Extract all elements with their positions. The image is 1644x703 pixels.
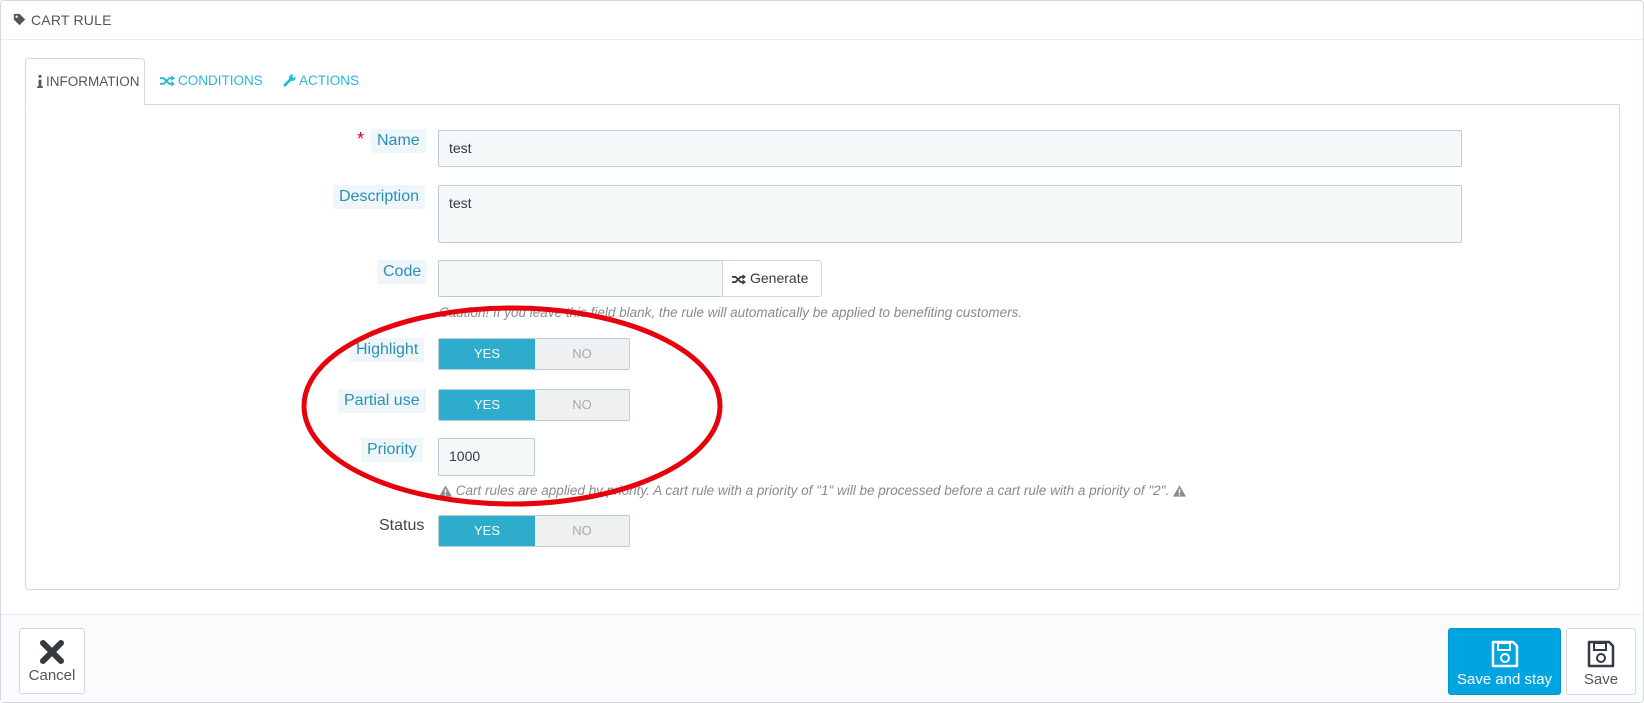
floppy-disk-icon	[1587, 640, 1615, 668]
tab-actions-label: ACTIONS	[299, 73, 360, 88]
status-label: Status	[379, 517, 425, 534]
partial-use-label: Partial use	[338, 389, 426, 413]
partial-use-no-option[interactable]: NO	[535, 390, 629, 420]
random-icon	[160, 75, 175, 87]
partial-use-switch[interactable]: YES NO	[438, 389, 630, 421]
highlight-label: Highlight	[350, 338, 425, 362]
wrench-icon	[283, 74, 296, 87]
floppy-disk-icon	[1491, 640, 1518, 668]
partial-use-yes-option[interactable]: YES	[439, 390, 535, 420]
status-yes-option[interactable]: YES	[439, 516, 535, 546]
name-input[interactable]: test	[438, 130, 1462, 167]
warning-icon	[1173, 485, 1186, 497]
code-input[interactable]	[438, 260, 723, 297]
save-button-label: Save	[1583, 671, 1619, 688]
description-label: Description	[333, 185, 426, 209]
save-and-stay-label: Save and stay	[1456, 671, 1553, 688]
status-no-option[interactable]: NO	[535, 516, 629, 546]
panel-title: CART RULE	[31, 12, 112, 28]
tab-actions[interactable]: ACTIONS	[283, 58, 359, 105]
tag-icon	[13, 13, 26, 26]
tab-information[interactable]: INFORMATION	[25, 58, 145, 105]
panel-footer	[1, 614, 1642, 702]
status-switch[interactable]: YES NO	[438, 515, 630, 547]
priority-input[interactable]: 1000	[438, 438, 535, 476]
random-icon	[732, 274, 746, 285]
cancel-button-label: Cancel	[28, 667, 76, 684]
required-marker: *	[357, 129, 365, 149]
code-label: Code	[377, 260, 428, 284]
save-and-stay-button[interactable]: Save and stay	[1448, 628, 1561, 695]
highlight-yes-option[interactable]: YES	[439, 339, 535, 369]
cancel-button[interactable]: Cancel	[19, 628, 85, 694]
close-icon	[40, 640, 64, 664]
generate-button-label: Generate	[750, 270, 809, 286]
information-tab-content	[25, 104, 1620, 590]
highlight-no-option[interactable]: NO	[535, 339, 629, 369]
tab-information-label: INFORMATION	[46, 74, 140, 89]
save-button[interactable]: Save	[1566, 628, 1636, 695]
description-textarea[interactable]: test	[438, 185, 1462, 243]
highlight-switch[interactable]: YES NO	[438, 338, 630, 370]
name-label: Name	[371, 129, 426, 153]
tab-conditions[interactable]: CONDITIONS	[160, 58, 263, 105]
priority-help: Cart rules are applied by priority. A ca…	[439, 483, 1186, 498]
tab-conditions-label: CONDITIONS	[178, 73, 263, 88]
generate-button[interactable]: Generate	[722, 260, 822, 297]
warning-icon	[439, 485, 452, 497]
panel-heading: CART RULE	[1, 1, 1643, 40]
priority-help-text: Cart rules are applied by priority. A ca…	[455, 483, 1170, 498]
code-help-text: Caution! If you leave this field blank, …	[439, 305, 1023, 320]
info-icon	[37, 75, 43, 88]
priority-label: Priority	[361, 438, 423, 462]
